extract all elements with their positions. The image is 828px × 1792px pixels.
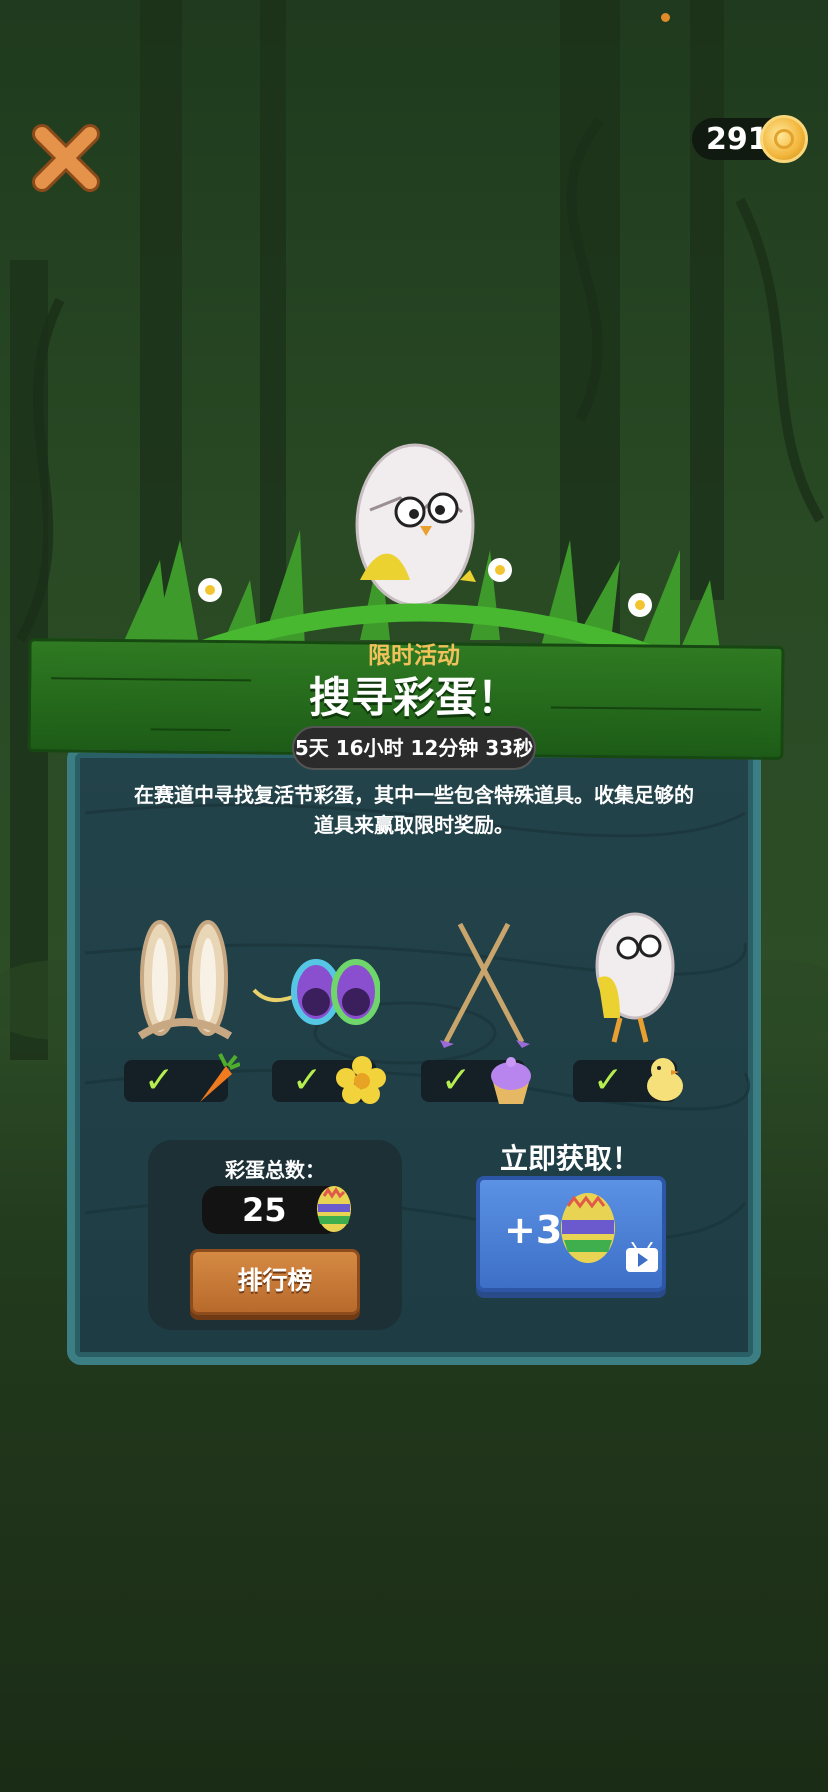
close-button[interactable] (28, 120, 104, 196)
event-title: 搜寻彩蛋！ (308, 673, 519, 722)
get-now-title: 立即获取！ (499, 1142, 640, 1175)
coin-icon (760, 115, 808, 163)
daffodil-icon (336, 1056, 386, 1104)
easter-egg-icon (561, 1193, 615, 1263)
description-line-2: 道具来赢取限时奖励。 (314, 813, 514, 837)
event-timer: 5天 16小时 12分钟 33秒 (292, 726, 536, 770)
reward-row-2: ✓ (272, 1056, 386, 1104)
event-description: 在赛道中寻找复活节彩蛋，其中一些包含特殊道具。收集足够的 道具来赢取限时奖励。 (100, 780, 728, 840)
checkmark-icon: ✓ (144, 1060, 175, 1101)
egg-total-value: 25 (242, 1191, 287, 1229)
checkmark-icon: ✓ (441, 1060, 472, 1101)
reward-row-3: ✓ (421, 1057, 531, 1104)
video-ad-icon (626, 1242, 658, 1272)
easter-egg-icon (317, 1186, 351, 1232)
egg-glasses-icon (252, 959, 380, 1025)
leaderboard-button[interactable]: 排行榜 (190, 1249, 360, 1315)
description-line-1: 在赛道中寻找复活节彩蛋，其中一些包含特殊道具。收集足够的 (134, 783, 694, 807)
watch-ad-button[interactable]: +3 (476, 1176, 666, 1292)
bunny-ears-icon (137, 920, 233, 1040)
notification-dot (661, 13, 670, 22)
ad-reward-amount: +3 (504, 1208, 563, 1252)
hatching-egg-chick-icon (595, 912, 675, 1043)
leaderboard-label: 排行榜 (237, 1266, 313, 1295)
cupcake-icon (491, 1057, 531, 1104)
egg-total-label: 彩蛋总数： (225, 1158, 325, 1182)
reward-row-1: ✓ (124, 1053, 240, 1102)
close-icon (32, 124, 100, 192)
checkmark-icon: ✓ (593, 1060, 624, 1101)
checkmark-icon: ✓ (292, 1060, 323, 1101)
chick-icon (647, 1058, 683, 1101)
reward-row-4: ✓ (573, 1058, 683, 1102)
crossed-sticks-icon (440, 922, 530, 1048)
carrot-icon (200, 1053, 240, 1102)
